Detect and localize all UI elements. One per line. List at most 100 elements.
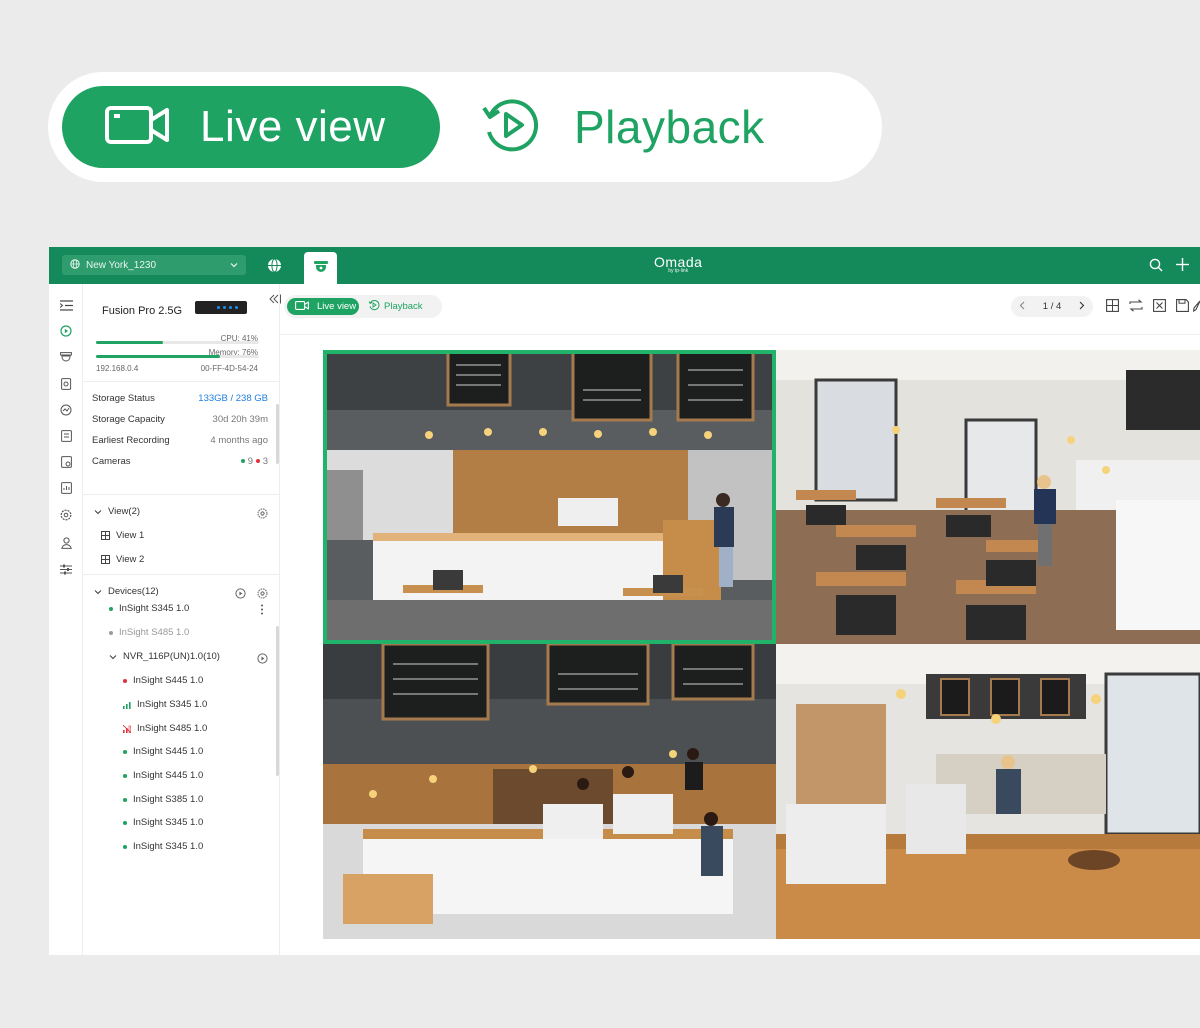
camera-tile-4[interactable] bbox=[776, 644, 1200, 939]
globe-icon bbox=[267, 258, 282, 277]
live-view-button[interactable]: Live view bbox=[62, 86, 440, 168]
device-more-button[interactable] bbox=[260, 602, 264, 620]
camera-tile-1[interactable] bbox=[323, 350, 776, 644]
live-view-label: Live view bbox=[200, 102, 386, 151]
adjust-icon[interactable] bbox=[59, 562, 73, 576]
nvr-camera-item[interactable]: InSight S385 1.0 bbox=[123, 794, 203, 805]
device-name: Fusion Pro 2.5G bbox=[102, 305, 183, 317]
online-status-dot bbox=[123, 820, 127, 825]
save-view-button[interactable] bbox=[1176, 299, 1189, 317]
device-item[interactable]: InSight S345 1.0 bbox=[109, 603, 189, 614]
edit-view-button[interactable] bbox=[1192, 299, 1200, 317]
close-box-icon bbox=[1153, 299, 1166, 316]
playback-button[interactable]: Playback bbox=[480, 86, 765, 168]
info-label: Storage Capacity bbox=[92, 414, 165, 425]
add-button[interactable] bbox=[1175, 257, 1190, 277]
memory-bar-fill bbox=[96, 355, 220, 358]
camera-feed-3 bbox=[323, 644, 776, 939]
camera-grid bbox=[323, 350, 1200, 939]
live-view-rail-icon[interactable] bbox=[59, 324, 73, 338]
search-record-icon[interactable] bbox=[59, 377, 73, 391]
nvr-camera-item[interactable]: InSight S345 1.0 bbox=[123, 841, 203, 852]
nvr-camera-item[interactable]: InSight S445 1.0 bbox=[123, 746, 203, 757]
device-label: InSight S345 1.0 bbox=[137, 699, 208, 710]
dome-camera-icon bbox=[313, 259, 329, 277]
playback-icon bbox=[480, 94, 542, 161]
device-item[interactable]: InSight S485 1.0 bbox=[109, 627, 189, 638]
mini-live-view-button[interactable]: Live view bbox=[287, 298, 359, 315]
divider bbox=[83, 494, 280, 495]
camera-rail-icon[interactable] bbox=[59, 350, 73, 364]
site-selector[interactable]: New York_1230 bbox=[62, 255, 246, 275]
mini-live-label: Live view bbox=[317, 301, 357, 312]
weak-signal-icon bbox=[123, 724, 131, 733]
user-icon[interactable] bbox=[59, 536, 73, 550]
next-page-button[interactable] bbox=[1079, 301, 1085, 313]
camera-tile-3[interactable] bbox=[323, 644, 776, 939]
info-label: Storage Status bbox=[92, 393, 155, 404]
info-label: Earliest Recording bbox=[92, 435, 170, 446]
nvr-camera-item[interactable]: InSight S345 1.0 bbox=[123, 817, 203, 828]
view-item-2[interactable]: View 2 bbox=[101, 554, 144, 565]
signal-icon bbox=[123, 701, 131, 709]
switch-stream-button[interactable] bbox=[1129, 299, 1143, 317]
views-settings-button[interactable] bbox=[257, 506, 268, 524]
log-icon[interactable] bbox=[59, 429, 73, 443]
views-group-toggle[interactable]: View(2) bbox=[94, 506, 140, 517]
brand-sub: by tp-link bbox=[668, 268, 689, 274]
nvr-camera-item[interactable]: InSight S445 1.0 bbox=[123, 770, 203, 781]
global-view-button[interactable] bbox=[267, 258, 282, 278]
info-value: 30d 20h 39m bbox=[212, 414, 268, 425]
scrollbar[interactable] bbox=[276, 626, 279, 776]
device-label: InSight S385 1.0 bbox=[133, 794, 204, 805]
offline-dot bbox=[255, 459, 260, 464]
scrollbar[interactable] bbox=[276, 404, 279, 464]
nvr-play-button[interactable] bbox=[257, 651, 268, 669]
online-dot bbox=[240, 459, 245, 464]
settings-icon[interactable] bbox=[59, 508, 73, 522]
mini-playback-button[interactable]: Playback bbox=[368, 298, 423, 315]
prev-page-button[interactable] bbox=[1019, 301, 1025, 313]
device-label: InSight S445 1.0 bbox=[133, 746, 204, 757]
close-all-button[interactable] bbox=[1153, 299, 1166, 317]
grid-layout-icon bbox=[1106, 299, 1119, 316]
divider bbox=[280, 334, 1200, 335]
nvr-tab[interactable] bbox=[304, 252, 337, 284]
devices-group-toggle[interactable]: Devices(12) bbox=[94, 586, 159, 597]
camera-feed-4 bbox=[776, 644, 1200, 939]
view-item-1[interactable]: View 1 bbox=[101, 530, 144, 541]
storage-status-value[interactable]: 133GB / 238 GB bbox=[198, 393, 268, 404]
cpu-bar-fill bbox=[96, 341, 163, 344]
nvr-camera-item[interactable]: InSight S345 1.0 bbox=[123, 699, 207, 710]
menu-toggle-icon[interactable] bbox=[59, 298, 73, 312]
mini-mode-switch: Live view Playback bbox=[284, 295, 442, 318]
chevron-down-icon bbox=[94, 589, 102, 595]
search-icon bbox=[1149, 258, 1163, 276]
camera-feed-2 bbox=[776, 350, 1200, 644]
statistics-icon[interactable] bbox=[59, 403, 73, 417]
report-icon[interactable] bbox=[59, 481, 73, 495]
offline-count: 3 bbox=[262, 456, 268, 467]
nvr-camera-item[interactable]: InSight S485 1.0 bbox=[123, 723, 207, 734]
nvr-group-toggle[interactable]: NVR_116P(UN)1.0(10) bbox=[109, 651, 220, 662]
online-status-dot bbox=[123, 844, 127, 849]
device-label: InSight S345 1.0 bbox=[133, 841, 204, 852]
chevron-down-icon bbox=[230, 260, 238, 271]
layout-button[interactable] bbox=[1106, 299, 1119, 317]
devices-play-all-button[interactable] bbox=[235, 586, 246, 604]
storage-status-row: Storage Status 133GB / 238 GB bbox=[92, 393, 268, 404]
icon-rail bbox=[49, 284, 83, 955]
camera-counts: 9 3 bbox=[240, 456, 268, 467]
earliest-recording-row: Earliest Recording 4 months ago bbox=[92, 435, 268, 446]
device-panel: Fusion Pro 2.5G CPU: 41% Memory: 76% 192… bbox=[83, 284, 281, 955]
search-button[interactable] bbox=[1149, 258, 1163, 277]
camera-tile-2[interactable] bbox=[776, 350, 1200, 644]
edit-icon bbox=[1192, 299, 1200, 316]
online-status-dot bbox=[123, 773, 127, 778]
info-value: 4 months ago bbox=[210, 435, 268, 446]
offline-status-dot bbox=[109, 630, 113, 635]
settings-icon bbox=[257, 586, 268, 603]
event-icon[interactable] bbox=[59, 455, 73, 469]
save-icon bbox=[1176, 299, 1189, 316]
nvr-camera-item[interactable]: InSight S445 1.0 bbox=[123, 675, 203, 686]
